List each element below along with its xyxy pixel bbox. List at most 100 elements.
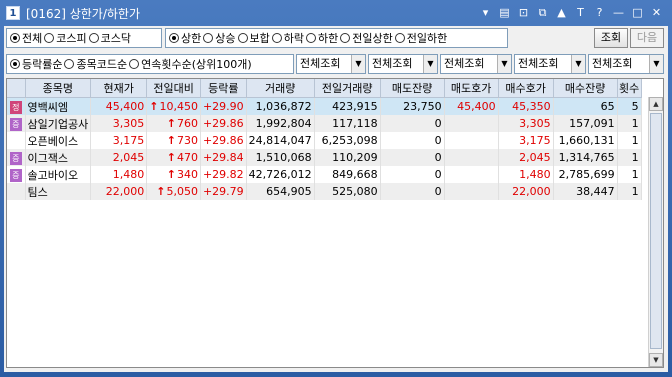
sort-filter-group: 등락률순 종목코드순 연속횟수순(상위100개) bbox=[6, 54, 294, 74]
radio-label: 등락률순 bbox=[22, 58, 63, 71]
cell-count: 1 bbox=[617, 149, 642, 166]
cell-bid: 45,350 bbox=[498, 97, 554, 115]
filter-dropdown-2[interactable]: 전체조회 ▼ bbox=[368, 54, 438, 74]
filter-dropdown-3[interactable]: 전체조회 ▼ bbox=[440, 54, 512, 74]
text-icon[interactable]: T bbox=[573, 5, 588, 20]
column-header[interactable]: 횟수 bbox=[617, 79, 642, 98]
cell-value: 1,510,068 bbox=[255, 151, 312, 164]
column-header[interactable]: 등락률 bbox=[200, 79, 247, 98]
cell-bid: 3,175 bbox=[498, 132, 554, 149]
sort-radio-0[interactable]: 등락률순 bbox=[10, 56, 62, 72]
sort-radio-2[interactable]: 연속횟수순(상위100개) bbox=[129, 56, 252, 72]
maximize-icon[interactable]: □ bbox=[630, 5, 645, 20]
cell-value: 0 bbox=[434, 151, 442, 164]
cell-prev-volume: 423,915 bbox=[314, 97, 381, 115]
cell-ask bbox=[444, 183, 499, 200]
minimize-icon[interactable]: — bbox=[611, 5, 626, 20]
table-row[interactable]: 팀스 22,000 ↑5,050 +29.79 654,905 525,080 0 22,00… bbox=[7, 183, 642, 200]
badge-cell: 증 bbox=[7, 149, 26, 166]
market-radio-2[interactable]: 코스닥 bbox=[88, 30, 131, 46]
cell-value: +29.84 bbox=[202, 151, 244, 164]
table-row[interactable]: 정 영백씨엠 45,400 ↑10,450 +29.90 1,036,872 423,915… bbox=[7, 97, 642, 115]
cell-value: 24,814,047 bbox=[248, 134, 312, 147]
copy-icon[interactable]: ⧉ bbox=[535, 5, 550, 20]
filter-dropdown-4[interactable]: 전체조회 ▼ bbox=[514, 54, 586, 74]
radio-label: 상한 bbox=[181, 32, 202, 45]
scroll-thumb[interactable] bbox=[650, 113, 662, 349]
cell-bid-qty: 157,091 bbox=[553, 115, 618, 132]
cell-value: +29.86 bbox=[202, 117, 244, 130]
cell-count: 1 bbox=[617, 115, 642, 132]
chevron-down-icon: ▼ bbox=[423, 55, 437, 73]
cell-value: 2,785,699 bbox=[558, 168, 615, 181]
header-row: 종목명 현재가 전일대비 등락률 거래량 전일거래량 매도잔량 매도호가 매수호가 매수잔량 횟수 bbox=[7, 79, 642, 98]
type-radio-5[interactable]: 전일상한 bbox=[340, 30, 393, 46]
link-icon[interactable]: ⊡ bbox=[516, 5, 531, 20]
radio-label: 연속횟수순(상위100개) bbox=[141, 58, 252, 71]
cell-value: 45,400 bbox=[105, 100, 145, 113]
cell-volume: 1,992,804 bbox=[246, 115, 315, 132]
type-radio-1[interactable]: 상승 bbox=[203, 30, 236, 46]
query-button[interactable]: 조회 bbox=[594, 28, 628, 48]
column-header[interactable]: 전일대비 bbox=[146, 79, 201, 98]
cell-bid-qty: 1,660,131 bbox=[553, 132, 618, 149]
cell-rate: +29.86 bbox=[200, 132, 247, 149]
table-row[interactable]: 증 솔고바이오 1,480 ↑340 +29.82 42,726,012 849,668 0 1… bbox=[7, 166, 642, 183]
radio-circle-icon bbox=[271, 33, 282, 43]
column-header[interactable]: 거래량 bbox=[246, 79, 315, 98]
cell-value: 22,000 bbox=[105, 185, 145, 198]
table-row[interactable]: 오픈베이스 3,175 ↑730 +29.86 24,814,047 6,253,098 0… bbox=[7, 132, 642, 149]
badge-cell: 정 bbox=[7, 97, 26, 115]
menu-icon[interactable]: ▾ bbox=[478, 5, 493, 20]
cell-rate: +29.84 bbox=[200, 149, 247, 166]
type-radio-6[interactable]: 전일하한 bbox=[394, 30, 448, 46]
type-radio-0[interactable]: 상한 bbox=[169, 30, 201, 46]
radio-label: 보합 bbox=[249, 32, 270, 45]
radio-circle-icon bbox=[129, 59, 140, 69]
cell-bid-qty: 1,314,765 bbox=[553, 149, 618, 166]
type-radio-3[interactable]: 하락 bbox=[271, 30, 304, 46]
cell-volume: 1,036,872 bbox=[246, 97, 315, 115]
type-radio-4[interactable]: 하한 bbox=[306, 30, 338, 46]
market-radio-0[interactable]: 전체 bbox=[10, 30, 42, 46]
help-icon[interactable]: ? bbox=[592, 5, 607, 20]
market-radio-1[interactable]: 코스피 bbox=[44, 30, 87, 46]
column-header[interactable]: 매수잔량 bbox=[553, 79, 618, 98]
radio-circle-icon bbox=[340, 33, 351, 43]
vertical-scrollbar[interactable]: ▲ ▼ bbox=[648, 97, 663, 367]
radio-circle-icon bbox=[88, 33, 99, 43]
cell-value: 1 bbox=[631, 168, 639, 181]
table-row[interactable]: 증 삼일기업공사 3,305 ↑760 +29.86 1,992,804 117,118 0 3… bbox=[7, 115, 642, 132]
cell-bid-qty: 38,447 bbox=[553, 183, 618, 200]
radio-label: 전일상한 bbox=[352, 32, 393, 45]
column-header[interactable]: 매도호가 bbox=[444, 79, 499, 98]
arrow-up-icon: ↑ bbox=[166, 134, 176, 147]
next-button[interactable]: 다음 bbox=[630, 28, 664, 48]
arrow-up-icon: ↑ bbox=[166, 168, 176, 181]
sort-radio-1[interactable]: 종목코드순 bbox=[64, 56, 127, 72]
badge-icon: 정 bbox=[9, 100, 22, 114]
column-header[interactable]: 매도잔량 bbox=[380, 79, 445, 98]
cell-ask bbox=[444, 132, 499, 149]
scroll-down-icon[interactable]: ▼ bbox=[649, 353, 663, 367]
title-bar[interactable]: 1 [0162] 상한가/하한가 ▾ ▤ ⊡ ⧉ ▲ T? — □ ✕ bbox=[0, 0, 672, 26]
radio-label: 전일하한 bbox=[406, 32, 448, 45]
column-header[interactable]: 전일거래량 bbox=[314, 79, 381, 98]
scroll-up-icon[interactable]: ▲ bbox=[649, 97, 663, 111]
type-radio-2[interactable]: 보합 bbox=[237, 30, 270, 46]
column-header[interactable]: 현재가 bbox=[90, 79, 148, 98]
table-row[interactable]: 증 이그잭스 2,045 ↑470 +29.84 1,510,068 110,209 0 2,0… bbox=[7, 149, 642, 166]
filter-dropdown-5[interactable]: 전체조회 ▼ bbox=[588, 54, 664, 74]
filter-dropdown-1[interactable]: 전체조회 ▼ bbox=[296, 54, 366, 74]
chevron-down-icon: ▼ bbox=[351, 55, 365, 73]
radio-circle-icon bbox=[10, 59, 20, 69]
close-icon[interactable]: ✕ bbox=[649, 5, 664, 20]
memo-icon[interactable]: ▤ bbox=[497, 5, 512, 20]
cell-value: 730 bbox=[176, 134, 198, 147]
cell-value: 65 bbox=[600, 100, 615, 113]
column-header[interactable]: 매수호가 bbox=[498, 79, 554, 98]
pin-icon[interactable]: ▲ bbox=[554, 5, 569, 20]
column-header[interactable]: 종목명 bbox=[25, 79, 92, 98]
badge-icon: 증 bbox=[9, 117, 22, 131]
radio-label: 하락 bbox=[283, 32, 304, 45]
